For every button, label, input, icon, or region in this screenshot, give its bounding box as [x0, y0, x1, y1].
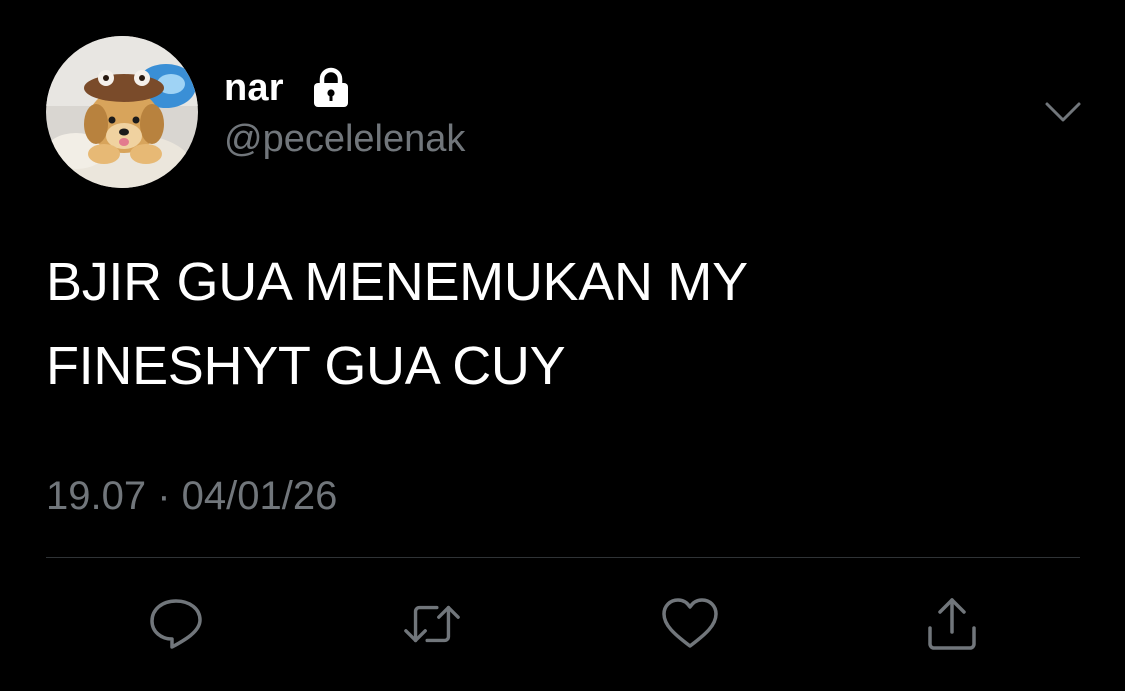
chevron-down-icon[interactable]: [1043, 98, 1083, 126]
display-name-row: nar: [224, 64, 352, 112]
display-name[interactable]: nar: [224, 67, 284, 110]
avatar[interactable]: [46, 36, 198, 188]
lock-icon: [310, 67, 352, 109]
puppy-avatar-image: [46, 36, 198, 188]
tweet-timestamp[interactable]: 19.07 · 04/01/26: [46, 474, 337, 519]
share-icon: [928, 598, 976, 650]
tweet-text-line-2: FINESHYT GUA CUY: [46, 336, 566, 396]
tweet-text: BJIR GUA MENEMUKAN MY FINESHYT GUA CUY: [46, 240, 1076, 408]
reply-icon: [150, 599, 202, 649]
share-button[interactable]: [922, 594, 982, 654]
heart-icon: [662, 598, 718, 648]
user-handle[interactable]: @pecelelenak: [224, 118, 465, 161]
tweet-card: nar @pecelelenak BJIR GUA MENEMUKAN MY F…: [0, 0, 1125, 691]
retweet-icon: [404, 605, 460, 643]
retweet-button[interactable]: [402, 594, 462, 654]
reply-button[interactable]: [146, 594, 206, 654]
divider: [46, 557, 1080, 558]
tweet-text-line-1: BJIR GUA MENEMUKAN MY: [46, 252, 748, 312]
like-button[interactable]: [660, 594, 720, 654]
